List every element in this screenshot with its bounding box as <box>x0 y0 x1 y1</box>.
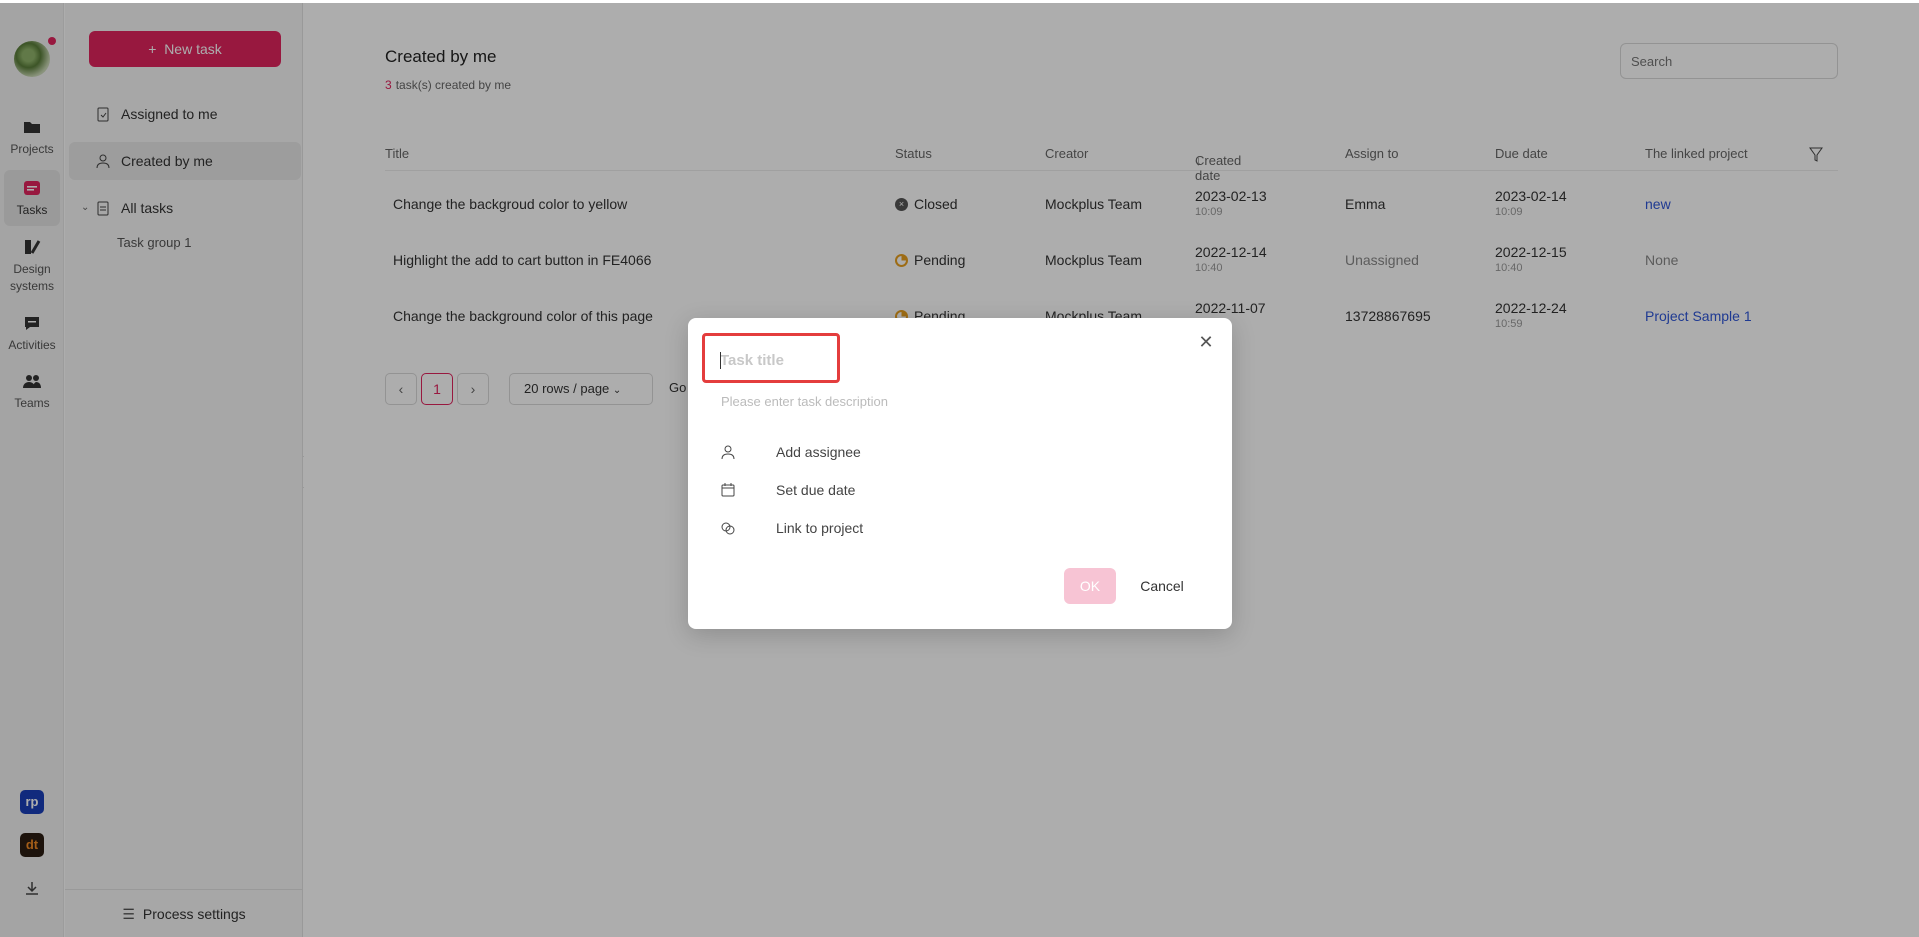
cancel-button[interactable]: Cancel <box>1132 568 1192 604</box>
new-task-dialog: ✕ Task title Please enter task descripti… <box>688 318 1232 629</box>
task-description-input[interactable]: Please enter task description <box>721 394 888 409</box>
link-icon <box>721 522 735 535</box>
user-icon <box>721 445 735 460</box>
calendar-icon <box>721 483 735 497</box>
ok-button[interactable]: OK <box>1064 568 1116 604</box>
close-icon[interactable]: ✕ <box>1196 332 1216 352</box>
text-caret <box>720 352 721 369</box>
task-title-input[interactable]: Task title <box>702 333 840 383</box>
